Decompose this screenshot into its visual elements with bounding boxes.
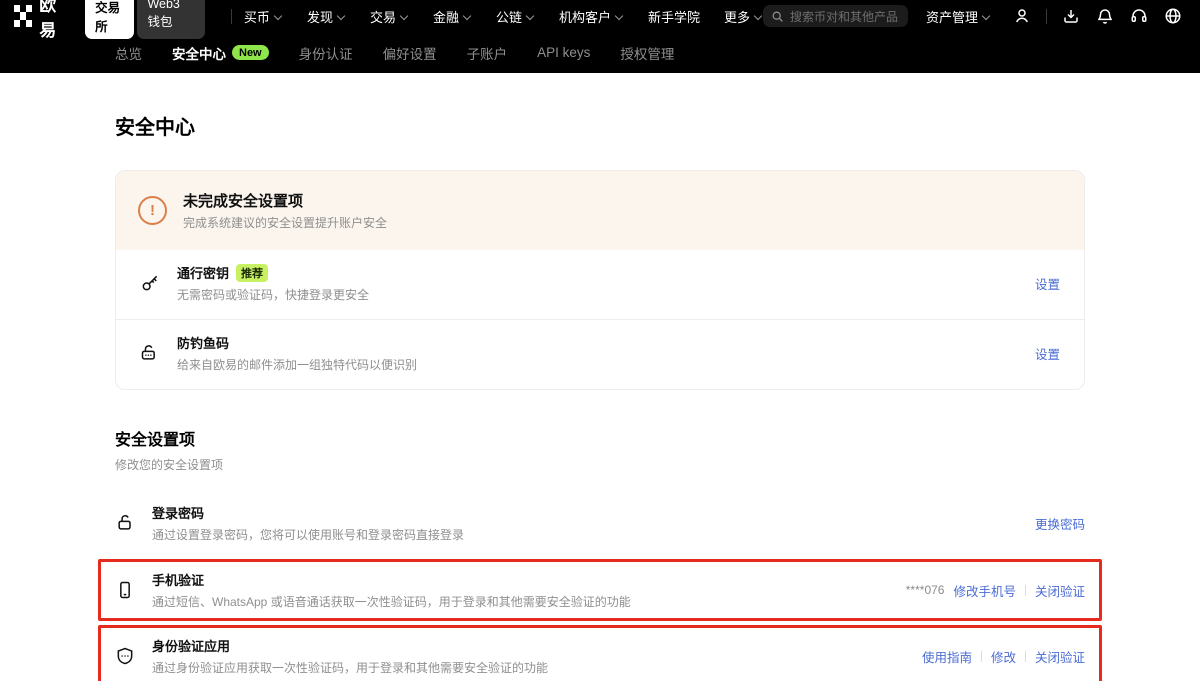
- authenticator-title: 身份验证应用: [152, 636, 230, 655]
- disable-phone-verification-link[interactable]: 关闭验证: [1035, 581, 1085, 600]
- login-password-title: 登录密码: [152, 503, 204, 522]
- download-app-icon[interactable]: [1058, 3, 1084, 29]
- divider: [231, 9, 232, 24]
- phone-verification-highlight-box: 手机验证 通过短信、WhatsApp 或语音通话获取一次性验证码，用于登录和其他…: [98, 559, 1102, 621]
- okx-logo[interactable]: 欧易: [14, 0, 69, 41]
- mode-toggle: 交易所 Web3 钱包: [85, 0, 205, 39]
- anti-phishing-title: 防钓鱼码: [177, 333, 229, 352]
- login-password-row: 登录密码 通过设置登录密码，您将可以使用账号和登录密码直接登录 更换密码: [115, 491, 1085, 559]
- nav-trade[interactable]: 交易: [370, 7, 409, 26]
- divider: [1025, 585, 1026, 596]
- authenticator-highlight-box: 身份验证应用 通过身份验证应用获取一次性验证码，用于登录和其他需要安全验证的功能…: [98, 625, 1102, 681]
- passkey-desc: 无需密码或验证码，快捷登录更安全: [177, 286, 1035, 303]
- chevron-down-icon: [274, 11, 283, 20]
- anti-phishing-desc: 给来自欧易的邮件添加一组独特代码以便识别: [177, 356, 1035, 373]
- key-icon: [140, 273, 162, 293]
- chevron-down-icon: [615, 11, 624, 20]
- incomplete-card-subtitle: 完成系统建议的安全设置提升账户安全: [183, 214, 387, 231]
- phone-verification-row: 手机验证 通过短信、WhatsApp 或语音通话获取一次性验证码，用于登录和其他…: [115, 570, 1085, 610]
- subnav-authorization[interactable]: 授权管理: [620, 43, 674, 63]
- search-input[interactable]: 搜索币对和其他产品: [763, 5, 908, 27]
- security-settings-title: 安全设置项: [115, 426, 1085, 450]
- toggle-web3-wallet[interactable]: Web3 钱包: [137, 0, 205, 39]
- security-settings-subtitle: 修改您的安全设置项: [115, 456, 1085, 473]
- login-password-desc: 通过设置登录密码，您将可以使用账号和登录密码直接登录: [152, 526, 1035, 543]
- usage-guide-link[interactable]: 使用指南: [922, 647, 972, 666]
- divider: [1046, 9, 1047, 24]
- authenticator-desc: 通过身份验证应用获取一次性验证码，用于登录和其他需要安全验证的功能: [152, 659, 922, 676]
- toggle-exchange[interactable]: 交易所: [85, 0, 134, 39]
- modify-authenticator-link[interactable]: 修改: [991, 647, 1016, 666]
- passkey-setup-link[interactable]: 设置: [1035, 274, 1060, 293]
- nav-discover[interactable]: 发现: [307, 7, 346, 26]
- nav-institutional[interactable]: 机构客户: [559, 7, 624, 26]
- top-nav: 买币 发现 交易 金融 公链 机构客户 新手学院 更多: [244, 7, 763, 26]
- authenticator-row: 身份验证应用 通过身份验证应用获取一次性验证码，用于登录和其他需要安全验证的功能…: [115, 636, 1085, 676]
- nav-buy-crypto[interactable]: 买币: [244, 7, 283, 26]
- page-title: 安全中心: [115, 111, 1085, 140]
- anti-phishing-lock-icon: [140, 343, 162, 363]
- disable-authenticator-link[interactable]: 关闭验证: [1035, 647, 1085, 666]
- globe-language-icon[interactable]: [1160, 3, 1186, 29]
- anti-phishing-row: 防钓鱼码 给来自欧易的邮件添加一组独特代码以便识别 设置: [116, 319, 1084, 389]
- okx-logo-text: 欧易: [39, 0, 69, 41]
- subnav-api-keys[interactable]: API keys: [537, 45, 590, 60]
- assets-menu[interactable]: 资产管理: [926, 7, 991, 26]
- change-phone-link[interactable]: 修改手机号: [953, 581, 1016, 600]
- change-password-link[interactable]: 更换密码: [1035, 514, 1085, 533]
- nav-public-chain[interactable]: 公链: [496, 7, 535, 26]
- user-icon[interactable]: [1009, 3, 1035, 29]
- okx-logo-icon: [14, 5, 32, 27]
- search-placeholder: 搜索币对和其他产品: [790, 8, 898, 25]
- top-header: 欧易 交易所 Web3 钱包 买币 发现 交易 金融 公链 机构客户 新手学院 …: [0, 0, 1200, 32]
- subnav-identity-verification[interactable]: 身份认证: [299, 43, 353, 63]
- new-badge: New: [232, 45, 269, 60]
- chevron-down-icon: [400, 11, 409, 20]
- nav-more[interactable]: 更多: [724, 7, 763, 26]
- chevron-down-icon: [982, 11, 991, 20]
- incomplete-security-card: ! 未完成安全设置项 完成系统建议的安全设置提升账户安全 通行密钥 推荐 无需密…: [115, 170, 1085, 390]
- phone-verification-desc: 通过短信、WhatsApp 或语音通话获取一次性验证码，用于登录和其他需要安全验…: [152, 593, 906, 610]
- bell-icon[interactable]: [1092, 3, 1118, 29]
- chevron-down-icon: [526, 11, 535, 20]
- subnav-subaccounts[interactable]: 子账户: [467, 43, 508, 63]
- divider: [1025, 651, 1026, 662]
- subnav-security-center[interactable]: 安全中心 New: [172, 43, 269, 63]
- incomplete-card-title: 未完成安全设置项: [183, 190, 387, 211]
- padlock-icon: [115, 513, 137, 533]
- passkey-title: 通行密钥: [177, 263, 229, 282]
- chevron-down-icon: [754, 11, 763, 20]
- smartphone-icon: [115, 580, 137, 600]
- shield-authenticator-icon: [115, 646, 137, 666]
- divider: [981, 651, 982, 662]
- recommended-badge: 推荐: [236, 264, 268, 282]
- warning-exclamation-icon: !: [138, 196, 167, 225]
- nav-academy[interactable]: 新手学院: [648, 7, 700, 26]
- incomplete-card-header: ! 未完成安全设置项 完成系统建议的安全设置提升账户安全: [116, 171, 1084, 250]
- phone-verification-title: 手机验证: [152, 570, 204, 589]
- support-headset-icon[interactable]: [1126, 3, 1152, 29]
- passkey-row: 通行密钥 推荐 无需密码或验证码，快捷登录更安全 设置: [116, 250, 1084, 319]
- chevron-down-icon: [337, 11, 346, 20]
- search-icon: [771, 10, 784, 23]
- masked-phone-number: ****076: [906, 583, 945, 597]
- chevron-down-icon: [463, 11, 472, 20]
- subnav-preferences[interactable]: 偏好设置: [383, 43, 437, 63]
- anti-phishing-setup-link[interactable]: 设置: [1035, 344, 1060, 363]
- nav-finance[interactable]: 金融: [433, 7, 472, 26]
- subnav-overview[interactable]: 总览: [115, 43, 142, 63]
